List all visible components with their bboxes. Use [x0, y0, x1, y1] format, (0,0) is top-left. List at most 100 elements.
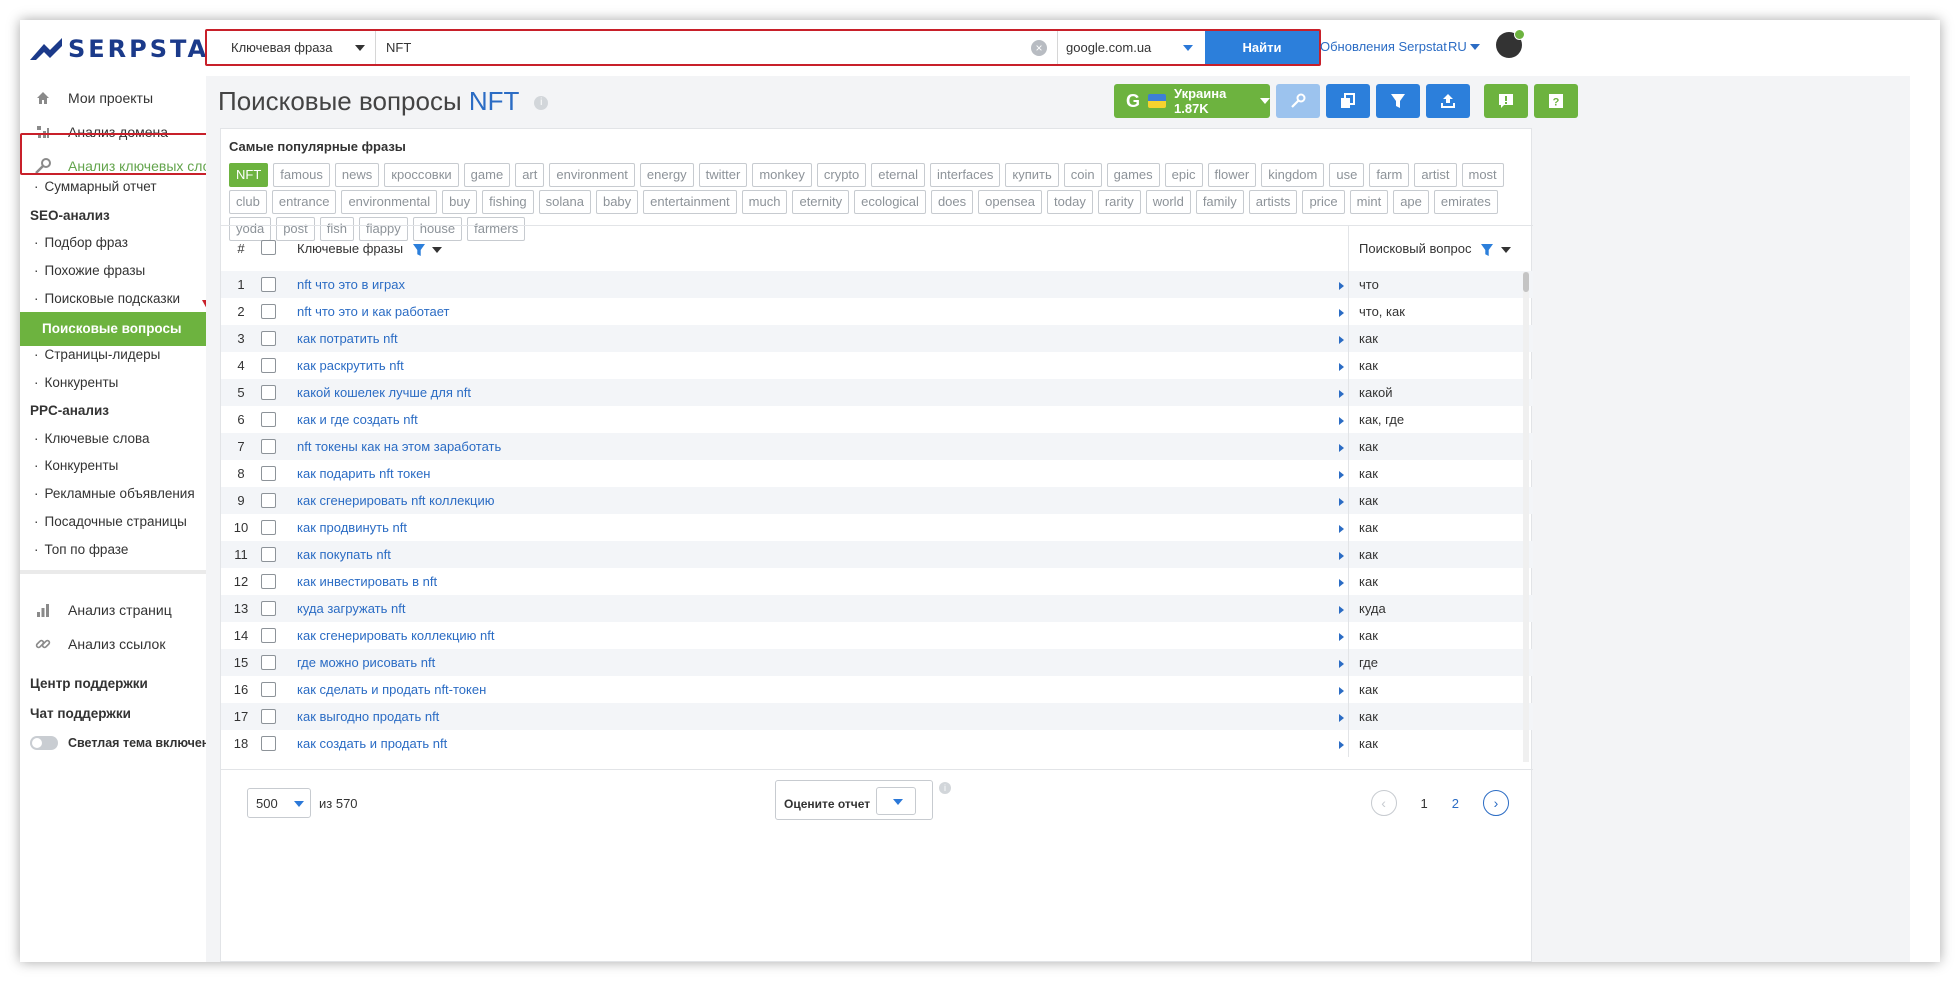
- popular-phrase-chip[interactable]: kingdom: [1261, 163, 1325, 187]
- checkbox[interactable]: [261, 655, 276, 670]
- popular-phrase-chip[interactable]: кроссовки: [384, 163, 459, 187]
- row-checkbox[interactable]: [261, 628, 289, 643]
- checkbox[interactable]: [261, 601, 276, 616]
- checkbox[interactable]: [261, 277, 276, 292]
- rate-select[interactable]: [876, 787, 916, 815]
- popular-phrase-chip[interactable]: game: [463, 163, 511, 187]
- popular-phrase-chip[interactable]: environmental: [341, 190, 438, 214]
- popular-phrase-chip[interactable]: interfaces: [930, 163, 1001, 187]
- info-icon[interactable]: i: [534, 96, 549, 111]
- popular-phrase-chip[interactable]: much: [741, 190, 788, 214]
- row-checkbox[interactable]: [261, 547, 289, 562]
- help-button[interactable]: ?: [1534, 84, 1578, 118]
- next-page-button[interactable]: ›: [1483, 790, 1509, 816]
- expand-row-icon[interactable]: [1339, 687, 1344, 695]
- search-engine-select[interactable]: google.com.ua: [1057, 31, 1205, 64]
- keyword-link[interactable]: nft что это в играх: [297, 277, 405, 292]
- language-select[interactable]: RU: [1448, 39, 1480, 54]
- expand-row-icon[interactable]: [1339, 336, 1344, 344]
- popular-phrase-chip[interactable]: fishing: [482, 190, 534, 214]
- per-page-select[interactable]: 500: [247, 788, 311, 818]
- region-select-button[interactable]: G Украина 1.87K: [1114, 84, 1270, 118]
- expand-row-icon[interactable]: [1339, 633, 1344, 641]
- popular-phrase-chip[interactable]: monkey: [752, 163, 812, 187]
- updates-link[interactable]: Обновления Serpstat: [1320, 39, 1447, 54]
- popular-phrase-chip[interactable]: epic: [1164, 163, 1203, 187]
- keyword-link[interactable]: как сделать и продать nft-токен: [297, 682, 486, 697]
- popular-phrase-chip[interactable]: artist: [1414, 163, 1457, 187]
- popular-phrase-chip[interactable]: today: [1047, 190, 1093, 214]
- popular-phrase-chip[interactable]: ecological: [854, 190, 926, 214]
- keyword-link[interactable]: куда загружать nft: [297, 601, 405, 616]
- filter-button[interactable]: [1376, 84, 1420, 118]
- popular-phrase-chip[interactable]: famous: [273, 163, 330, 187]
- popular-phrase-chip[interactable]: artists: [1248, 190, 1298, 214]
- checkbox[interactable]: [261, 493, 276, 508]
- column-header-question[interactable]: Поисковый вопрос: [1348, 226, 1533, 272]
- popular-phrase-chip[interactable]: world: [1145, 190, 1191, 214]
- page-number[interactable]: 2: [1452, 796, 1459, 811]
- info-icon[interactable]: i: [939, 782, 951, 794]
- row-checkbox[interactable]: [261, 655, 289, 670]
- keyword-link[interactable]: как создать и продать nft: [297, 736, 447, 751]
- keyword-link[interactable]: как потратить nft: [297, 331, 398, 346]
- popular-phrase-chip[interactable]: opensea: [978, 190, 1043, 214]
- popular-phrase-chip[interactable]: rarity: [1097, 190, 1141, 214]
- clear-icon[interactable]: ×: [1031, 40, 1047, 56]
- expand-row-icon[interactable]: [1339, 552, 1344, 560]
- keyword-link[interactable]: как и где создать nft: [297, 412, 418, 427]
- search-type-select[interactable]: Ключевая фраза: [207, 31, 376, 64]
- keyword-link[interactable]: nft что это и как работает: [297, 304, 450, 319]
- row-checkbox[interactable]: [261, 277, 289, 292]
- expand-row-icon[interactable]: [1339, 579, 1344, 587]
- checkbox[interactable]: [261, 520, 276, 535]
- checkbox[interactable]: [261, 385, 276, 400]
- checkbox[interactable]: [261, 628, 276, 643]
- expand-row-icon[interactable]: [1339, 309, 1344, 317]
- row-checkbox[interactable]: [261, 736, 289, 751]
- support-center-link[interactable]: Центр поддержки: [30, 676, 148, 691]
- filter-icon[interactable]: [412, 243, 425, 256]
- sort-caret-icon[interactable]: [1500, 246, 1511, 253]
- expand-row-icon[interactable]: [1339, 498, 1344, 506]
- popular-phrase-chip[interactable]: does: [930, 190, 974, 214]
- popular-phrase-chip[interactable]: emirates: [1433, 190, 1498, 214]
- expand-row-icon[interactable]: [1339, 525, 1344, 533]
- prev-page-button[interactable]: ‹: [1370, 790, 1397, 816]
- find-button[interactable]: Найти: [1205, 31, 1319, 64]
- row-checkbox[interactable]: [261, 682, 289, 697]
- popular-phrase-chip[interactable]: use: [1329, 163, 1365, 187]
- popular-phrase-chip[interactable]: art: [515, 163, 545, 187]
- popular-phrase-chip[interactable]: most: [1461, 163, 1504, 187]
- expand-row-icon[interactable]: [1339, 444, 1344, 452]
- keyword-link[interactable]: как продвинуть nft: [297, 520, 407, 535]
- popular-phrase-chip[interactable]: environment: [549, 163, 635, 187]
- keyword-link[interactable]: как сгенерировать коллекцию nft: [297, 628, 494, 643]
- popular-phrase-chip[interactable]: eternal: [871, 163, 926, 187]
- popular-phrase-chip[interactable]: NFT: [229, 163, 269, 187]
- popular-phrase-chip[interactable]: solana: [538, 190, 591, 214]
- keyword-tool-button[interactable]: [1276, 84, 1320, 118]
- keyword-link[interactable]: как выгодно продать nft: [297, 709, 439, 724]
- page-scrollbar[interactable]: [1910, 76, 1940, 962]
- expand-row-icon[interactable]: [1339, 714, 1344, 722]
- popular-phrase-chip[interactable]: twitter: [698, 163, 748, 187]
- row-checkbox[interactable]: [261, 574, 289, 589]
- checkbox[interactable]: [261, 439, 276, 454]
- popular-phrase-chip[interactable]: farm: [1369, 163, 1410, 187]
- expand-row-icon[interactable]: [1339, 282, 1344, 290]
- checkbox[interactable]: [261, 304, 276, 319]
- row-checkbox[interactable]: [261, 709, 289, 724]
- popular-phrase-chip[interactable]: mint: [1349, 190, 1389, 214]
- column-header-keywords[interactable]: Ключевые фразы: [289, 241, 1341, 256]
- row-checkbox[interactable]: [261, 358, 289, 373]
- search-input[interactable]: NFT ×: [376, 31, 1057, 64]
- sort-caret-icon[interactable]: [432, 246, 443, 253]
- popular-phrase-chip[interactable]: family: [1195, 190, 1244, 214]
- keyword-link[interactable]: какой кошелек лучше для nft: [297, 385, 471, 400]
- popular-phrase-chip[interactable]: buy: [442, 190, 478, 214]
- popular-phrase-chip[interactable]: eternity: [792, 190, 850, 214]
- checkbox[interactable]: [261, 466, 276, 481]
- popular-phrase-chip[interactable]: games: [1106, 163, 1160, 187]
- keyword-link[interactable]: как покупать nft: [297, 547, 391, 562]
